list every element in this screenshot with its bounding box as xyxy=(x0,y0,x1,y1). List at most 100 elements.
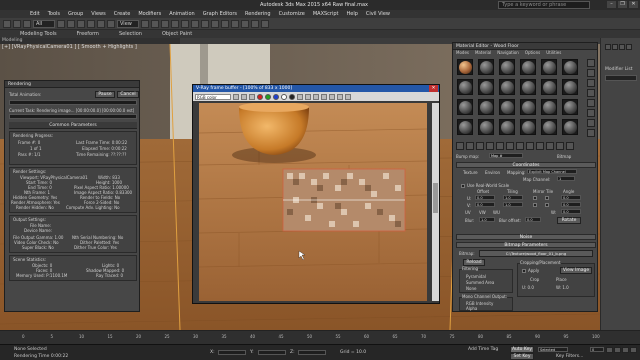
play-icon[interactable] xyxy=(614,347,621,353)
vfb-scrollbar[interactable] xyxy=(432,103,439,301)
undo-icon[interactable] xyxy=(3,19,11,28)
minimize-button[interactable]: – xyxy=(607,1,616,8)
material-editor-icon[interactable] xyxy=(231,19,239,28)
duplicate-icon[interactable] xyxy=(305,93,311,100)
current-frame-input[interactable]: 0 xyxy=(590,347,604,352)
menu-navigation[interactable]: Navigation xyxy=(497,50,519,56)
material-slot[interactable] xyxy=(520,99,536,115)
move-icon[interactable] xyxy=(87,19,95,28)
apply-checkbox[interactable] xyxy=(522,269,526,273)
layer-icon[interactable] xyxy=(201,19,209,28)
time-config-icon[interactable] xyxy=(630,347,637,353)
pyramidal-radio[interactable]: Pyramidal xyxy=(466,274,486,279)
v-offset-input[interactable]: 0.0 xyxy=(475,202,495,207)
red-channel-icon[interactable] xyxy=(257,93,263,100)
v-angle-input[interactable]: 0.0 xyxy=(561,202,581,207)
render-frame-icon[interactable] xyxy=(251,19,259,28)
motion-tab-icon[interactable] xyxy=(626,44,632,50)
render-last-icon[interactable] xyxy=(337,93,343,100)
backlight-icon[interactable] xyxy=(587,69,595,77)
auto-key-button[interactable]: Auto Key xyxy=(510,346,534,353)
z-coord-input[interactable] xyxy=(298,350,326,355)
blur-offset-input[interactable]: 0.0 xyxy=(525,217,541,222)
select-by-name-icon[interactable] xyxy=(67,19,75,28)
select-by-material-icon[interactable] xyxy=(587,129,595,137)
link-to-vfb-icon[interactable] xyxy=(329,93,335,100)
material-slot[interactable] xyxy=(457,119,473,135)
load-image-icon[interactable] xyxy=(241,93,247,100)
menu-utilities[interactable]: Utilities xyxy=(546,50,561,56)
material-slot[interactable] xyxy=(478,99,494,115)
material-slot[interactable] xyxy=(541,119,557,135)
alpha-radio[interactable]: Alpha xyxy=(466,306,477,311)
material-slot[interactable] xyxy=(520,119,536,135)
material-slot[interactable] xyxy=(541,59,557,75)
modify-tab-icon[interactable] xyxy=(612,44,618,50)
u-crop-input[interactable]: U: 0.0 xyxy=(522,285,534,290)
pivot-icon[interactable] xyxy=(141,19,149,28)
reload-button[interactable]: Reload xyxy=(463,259,485,266)
video-color-check-icon[interactable] xyxy=(587,99,595,107)
summed-area-radio[interactable]: Summed Area xyxy=(466,280,494,285)
snap-icon[interactable] xyxy=(151,19,159,28)
w-crop-input[interactable]: W: 1.0 xyxy=(556,285,569,290)
none-radio[interactable]: None xyxy=(466,286,476,291)
background-icon[interactable] xyxy=(587,79,595,87)
hierarchy-tab-icon[interactable] xyxy=(619,44,625,50)
mapping-dropdown[interactable]: Explicit Map Channel xyxy=(527,169,577,174)
material-slot[interactable] xyxy=(478,59,494,75)
options-icon[interactable] xyxy=(587,119,595,127)
render-setup-icon[interactable] xyxy=(241,19,249,28)
menu-civil-view[interactable]: Civil View xyxy=(366,11,390,17)
ribbon-tab-modeling-tools[interactable]: Modeling Tools xyxy=(20,31,57,37)
get-material-icon[interactable] xyxy=(456,142,464,150)
menu-maxscript[interactable]: MAXScript xyxy=(313,11,339,17)
material-slot[interactable] xyxy=(478,119,494,135)
crop-radio[interactable]: Crop xyxy=(530,277,539,282)
mirror-icon[interactable] xyxy=(181,19,189,28)
map-type-label[interactable]: Bitmap xyxy=(557,154,571,159)
curve-editor-icon[interactable] xyxy=(211,19,219,28)
x-coord-input[interactable] xyxy=(218,350,246,355)
pause-button[interactable]: Pause xyxy=(95,91,115,98)
channel-dropdown[interactable]: RGB color xyxy=(195,93,231,100)
bitmap-parameters-rollout[interactable]: Bitmap Parameters xyxy=(456,242,596,248)
search-input[interactable]: Type a keyword or phrase xyxy=(498,1,590,9)
menu-group[interactable]: Group xyxy=(68,11,83,17)
scale-icon[interactable] xyxy=(107,19,115,28)
go-to-parent-icon[interactable] xyxy=(556,142,564,150)
set-key-button[interactable]: Set Key xyxy=(510,353,534,360)
rotate-icon[interactable] xyxy=(97,19,105,28)
sample-type-icon[interactable] xyxy=(587,59,595,67)
stop-render-icon[interactable] xyxy=(345,93,351,100)
render-image[interactable] xyxy=(199,103,427,301)
material-slot[interactable] xyxy=(562,59,578,75)
menu-help[interactable]: Help xyxy=(347,11,358,17)
menu-customize[interactable]: Customize xyxy=(279,11,305,17)
menu-tools[interactable]: Tools xyxy=(48,11,60,17)
timeline[interactable]: 0 5 10 15 20 25 30 35 40 45 50 55 60 65 70 75 80 85 90 95 10… xyxy=(0,330,640,344)
material-id-icon[interactable] xyxy=(526,142,534,150)
go-forward-icon[interactable] xyxy=(566,142,574,150)
make-copy-icon[interactable] xyxy=(496,142,504,150)
ribbon-tab-object-paint[interactable]: Object Paint xyxy=(162,31,192,37)
u-offset-input[interactable]: 0.0 xyxy=(475,195,495,200)
goto-end-icon[interactable] xyxy=(622,347,629,353)
reset-map-icon[interactable] xyxy=(486,142,494,150)
goto-start-icon[interactable] xyxy=(606,347,613,353)
material-slot[interactable] xyxy=(478,79,494,95)
material-slot[interactable] xyxy=(499,59,515,75)
close-button[interactable]: ✕ xyxy=(629,1,638,8)
uv-radio[interactable]: UV xyxy=(465,210,471,215)
bitmap-path-button[interactable]: C:\Texture\wood_floor_01_b.png xyxy=(479,250,593,257)
map-name-field[interactable]: Map # xyxy=(489,153,523,158)
key-filters-button[interactable]: Key Filters... xyxy=(556,354,583,359)
vfb-close-button[interactable]: ✕ xyxy=(429,85,438,92)
put-to-library-icon[interactable] xyxy=(516,142,524,150)
create-tab-icon[interactable] xyxy=(605,44,611,50)
green-channel-icon[interactable] xyxy=(265,93,271,100)
vw-radio[interactable]: VW xyxy=(479,210,486,215)
view-image-button[interactable]: View Image xyxy=(560,267,592,274)
environ-radio[interactable]: Environ xyxy=(485,170,500,175)
material-slot[interactable] xyxy=(499,119,515,135)
